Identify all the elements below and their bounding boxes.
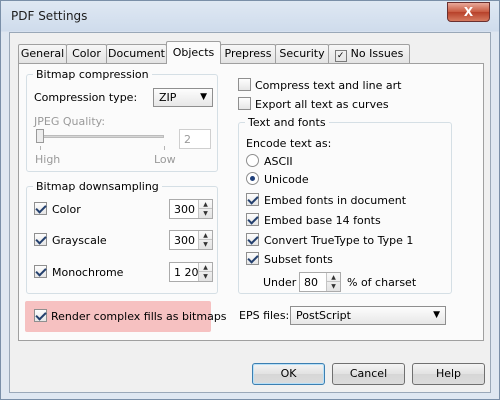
ok-button[interactable]: OK	[252, 363, 325, 385]
encode-unicode-radio[interactable]	[246, 172, 259, 185]
render-complex-fills-checkbox[interactable]	[34, 309, 47, 322]
export-curves-checkbox[interactable]	[238, 97, 251, 110]
spin-up-icon[interactable]: ▲	[199, 200, 212, 209]
group-title: Bitmap downsampling	[33, 180, 162, 193]
dropdown-arrow-icon: ▼	[433, 310, 440, 320]
spin-down-icon[interactable]: ▼	[199, 272, 212, 281]
cancel-button[interactable]: Cancel	[332, 363, 405, 385]
compression-type-label: Compression type:	[34, 91, 138, 104]
downsample-monochrome-checkbox[interactable]	[34, 265, 47, 278]
slider-low-label: Low	[154, 153, 176, 166]
embed-base14-checkbox[interactable]	[246, 213, 259, 226]
spin-up-icon[interactable]: ▲	[327, 273, 340, 282]
eps-files-select[interactable]: PostScript ▼	[290, 306, 446, 325]
jpeg-quality-slider[interactable]	[36, 135, 164, 138]
dropdown-arrow-icon: ▼	[200, 92, 207, 102]
tab-no-issues[interactable]: ✓ No Issues	[328, 44, 410, 63]
downsample-grayscale-label: Grayscale	[52, 234, 107, 247]
render-complex-fills-label: Render complex fills as bitmaps	[51, 310, 227, 323]
help-button[interactable]: Help	[412, 363, 485, 385]
charset-label: % of charset	[347, 276, 417, 289]
spin-down-icon[interactable]: ▼	[327, 282, 340, 291]
title-bar[interactable]: PDF Settings X	[1, 1, 499, 31]
encode-ascii-label: ASCII	[264, 155, 293, 168]
eps-files-label: EPS files:	[239, 309, 290, 322]
downsample-grayscale-input[interactable]: 300 ▲ ▼	[169, 230, 213, 250]
jpeg-quality-label: JPEG Quality:	[34, 115, 106, 128]
encode-unicode-label: Unicode	[264, 173, 309, 186]
downsample-color-label: Color	[52, 203, 81, 216]
spin-up-icon[interactable]: ▲	[199, 263, 212, 272]
tab-color[interactable]: Color	[66, 44, 107, 63]
slider-thumb[interactable]	[36, 129, 44, 143]
downsample-grayscale-checkbox[interactable]	[34, 233, 47, 246]
close-button[interactable]: X	[447, 2, 490, 22]
dialog-client: General Color Document Objects Prepress …	[9, 32, 491, 393]
downsample-color-input[interactable]: 300 ▲ ▼	[169, 199, 213, 219]
downsample-color-checkbox[interactable]	[34, 202, 47, 215]
tab-document[interactable]: Document	[106, 44, 167, 63]
spinner-buttons: ▲ ▼	[198, 263, 212, 281]
spin-down-icon[interactable]: ▼	[199, 240, 212, 249]
window-title: PDF Settings	[11, 9, 88, 23]
spinner-buttons: ▲ ▼	[326, 273, 340, 291]
subset-fonts-label: Subset fonts	[264, 253, 333, 266]
under-label: Under	[263, 276, 297, 289]
downsample-monochrome-label: Monochrome	[52, 266, 124, 279]
text-fonts-group: Text and fonts Encode text as: ASCII Uni…	[238, 116, 452, 294]
tab-security[interactable]: Security	[275, 44, 329, 63]
objects-panel: Bitmap compression Compression type: ZIP…	[18, 63, 484, 341]
convert-truetype-checkbox[interactable]	[246, 233, 259, 246]
encode-text-label: Encode text as:	[246, 137, 332, 150]
bitmap-compression-group: Bitmap compression Compression type: ZIP…	[26, 68, 218, 172]
slider-tick	[40, 146, 41, 150]
compress-text-checkbox[interactable]	[238, 78, 251, 91]
subset-threshold-input[interactable]: 80 ▲ ▼	[299, 272, 341, 292]
tab-prepress[interactable]: Prepress	[220, 44, 276, 63]
slider-tick	[164, 146, 165, 150]
spin-up-icon[interactable]: ▲	[199, 231, 212, 240]
slider-high-label: High	[35, 153, 61, 166]
bitmap-downsampling-group: Bitmap downsampling Color 300 ▲ ▼ Graysc…	[26, 180, 218, 294]
downsample-monochrome-input[interactable]: 1 200 ▲ ▼	[169, 262, 213, 282]
convert-truetype-label: Convert TrueType to Type 1	[264, 234, 414, 247]
encode-ascii-radio[interactable]	[246, 154, 259, 167]
embed-fonts-label: Embed fonts in document	[264, 194, 407, 207]
checkbox-icon: ✓	[334, 50, 347, 62]
export-curves-label: Export all text as curves	[255, 98, 389, 111]
spin-down-icon[interactable]: ▼	[199, 209, 212, 218]
tab-general[interactable]: General	[18, 44, 67, 63]
spinner-buttons: ▲ ▼	[198, 200, 212, 218]
spinner-buttons: ▲ ▼	[198, 231, 212, 249]
subset-fonts-checkbox[interactable]	[246, 252, 259, 265]
group-title: Text and fonts	[245, 116, 329, 129]
compression-type-select[interactable]: ZIP ▼	[153, 88, 213, 107]
group-title: Bitmap compression	[33, 68, 152, 81]
embed-base14-label: Embed base 14 fonts	[264, 214, 381, 227]
tab-objects[interactable]: Objects	[166, 41, 221, 64]
close-icon: X	[463, 5, 474, 19]
pdf-settings-window: PDF Settings X General Color Document Ob…	[0, 0, 500, 400]
embed-fonts-checkbox[interactable]	[246, 193, 259, 206]
compress-text-label: Compress text and line art	[255, 79, 402, 92]
jpeg-quality-input[interactable]: 2	[179, 129, 211, 149]
